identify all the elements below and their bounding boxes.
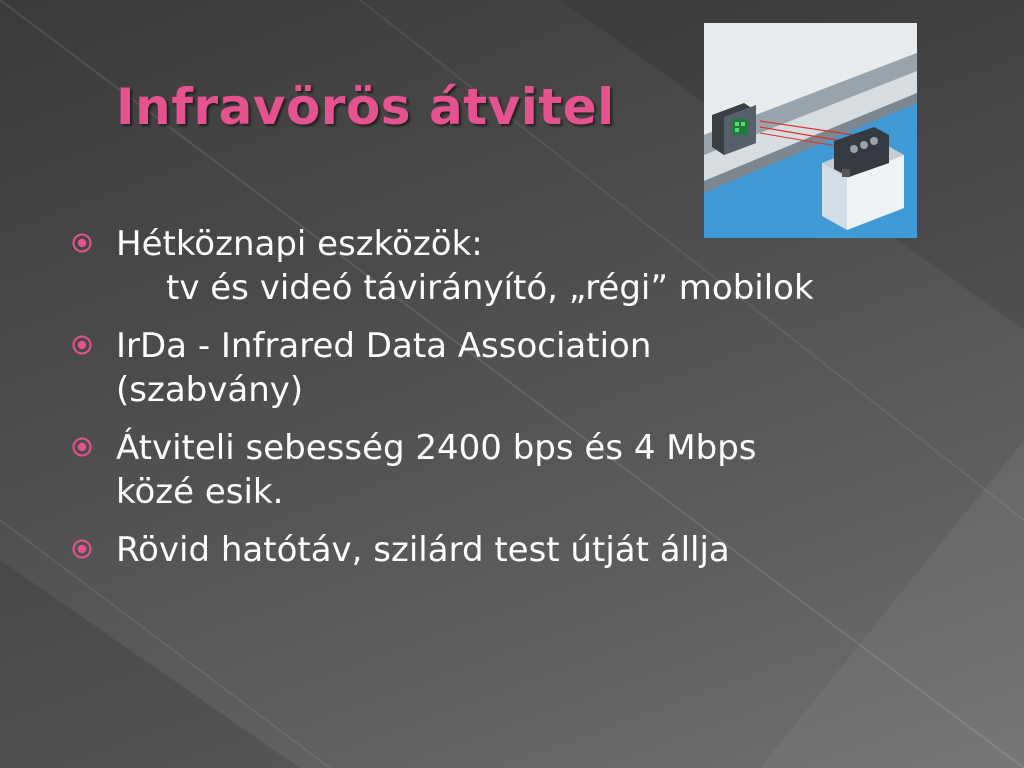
bullet-list: Hétköznapi eszközök: tv és videó távirán… <box>70 222 950 586</box>
bullet-text: Hétköznapi eszközök: <box>116 224 483 264</box>
bullet-text: Átviteli sebesség 2400 bps és 4 Mbps <box>116 428 757 468</box>
slide-title: Infravörös átvitel <box>116 78 615 136</box>
bullet-target-icon <box>72 233 92 253</box>
bullet-item: Rövid hatótáv, szilárd test útját állja <box>70 528 950 572</box>
slide: Infravörös átvitel Hétköznapi eszközök: … <box>0 0 1024 768</box>
bullet-subtext: tv és videó távirányító, „régi” mobilok <box>166 268 814 308</box>
bullet-target-icon <box>72 539 92 559</box>
infrared-device-illustration <box>704 23 917 238</box>
bullet-target-icon <box>72 335 92 355</box>
bullet-target-icon <box>72 437 92 457</box>
bullet-text-continued: közé esik. <box>116 472 284 512</box>
bullet-text: Rövid hatótáv, szilárd test útját állja <box>116 530 730 570</box>
bullet-item: Hétköznapi eszközök: tv és videó távirán… <box>70 222 950 310</box>
infrared-device-image <box>704 23 917 238</box>
bullet-item: Átviteli sebesség 2400 bps és 4 Mbps köz… <box>70 426 950 514</box>
bullet-text: IrDa - Infrared Data Association <box>116 326 652 366</box>
bullet-item: IrDa - Infrared Data Association (szabvá… <box>70 324 950 412</box>
bullet-text-continued: (szabvány) <box>116 370 304 410</box>
